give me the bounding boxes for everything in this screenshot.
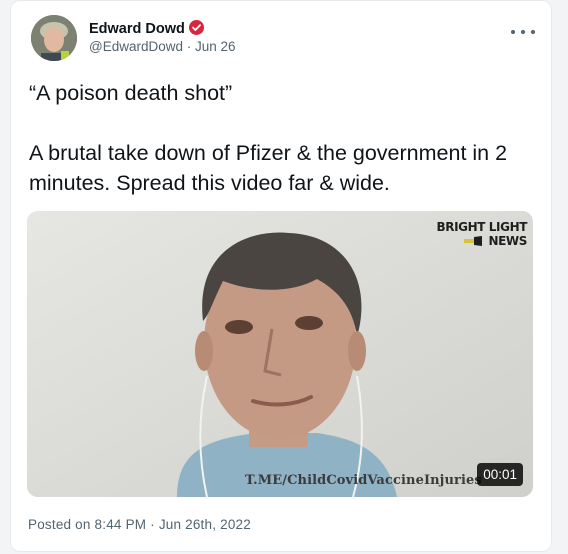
avatar[interactable] — [31, 15, 77, 61]
posted-timestamp[interactable]: Posted on 8:44 PM · Jun 26th, 2022 — [28, 517, 251, 532]
video-duration: 00:01 — [477, 463, 523, 486]
tweet-text: “A poison death shot” A brutal take down… — [29, 78, 529, 198]
tweet-body: A brutal take down of Pfizer & the gover… — [29, 141, 508, 195]
video-frame — [27, 211, 533, 497]
author-name-text[interactable]: Edward Dowd — [89, 21, 185, 37]
tweet-card: Edward Dowd @EdwardDowd · Jun 26 “A pois… — [10, 0, 552, 552]
meta-separator: · — [183, 39, 195, 54]
brand-line-2: NEWS — [488, 234, 527, 248]
tweet-quote: “A poison death shot” — [29, 81, 233, 105]
brand-logo-icon — [464, 236, 483, 246]
more-options-icon[interactable] — [511, 27, 535, 37]
brand-line-1: BRIGHT LIGHT — [436, 220, 528, 234]
verified-badge-icon — [188, 20, 204, 35]
author-name[interactable]: Edward Dowd — [89, 20, 204, 37]
brand-logo: BRIGHT LIGHT NEWS — [437, 220, 528, 248]
author-handle[interactable]: @EdwardDowd — [89, 39, 183, 54]
tweet-date[interactable]: Jun 26 — [195, 39, 236, 54]
video-watermark: T.ME/ChildCovidVaccineInjuries — [245, 473, 482, 488]
video-player[interactable]: BRIGHT LIGHT NEWS T.ME/ChildCovidVaccine… — [27, 211, 533, 497]
author-meta: @EdwardDowd · Jun 26 — [89, 39, 236, 54]
